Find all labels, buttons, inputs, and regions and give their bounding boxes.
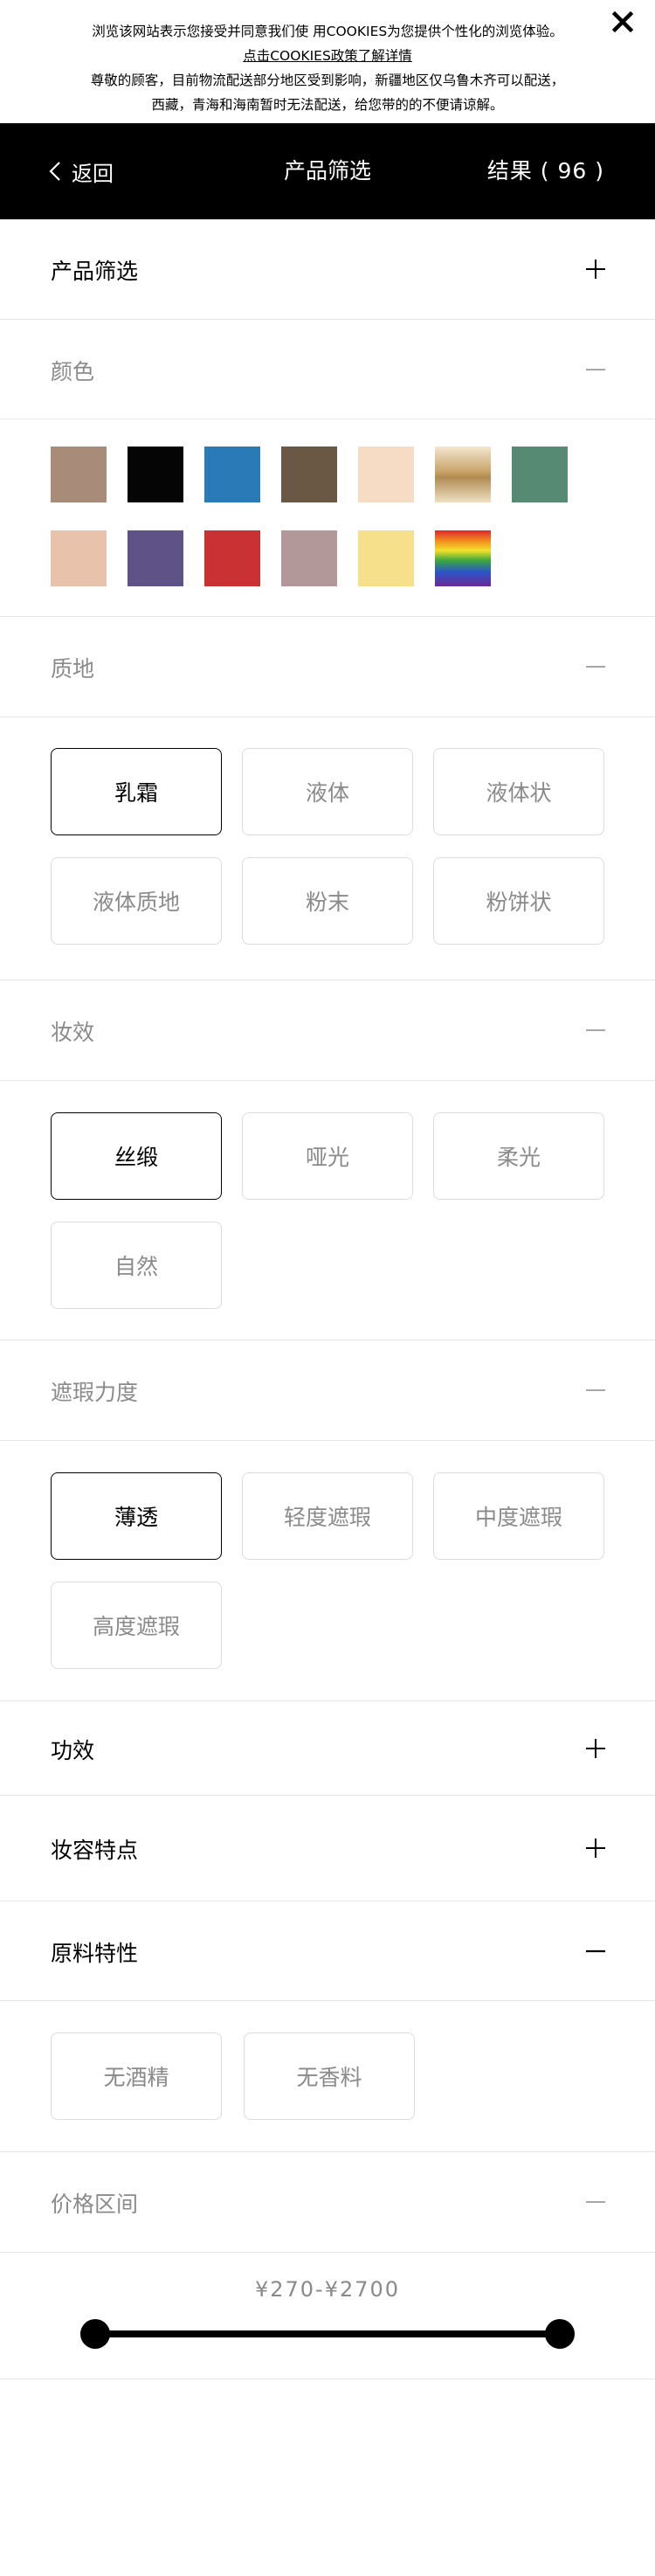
option-texture-cream[interactable]: 乳霜	[51, 748, 222, 835]
section-finish[interactable]: 妆效	[0, 980, 655, 1081]
minus-icon[interactable]	[585, 1941, 606, 1962]
section-label-ingredients: 原料特性	[51, 1941, 139, 1966]
section-label-benefit: 功效	[51, 1738, 95, 1763]
option-coverage-light[interactable]: 轻度遮瑕	[242, 1472, 413, 1560]
notice-text-line-2: 西藏，青海和海南暂时无法配送，给您带的的不便请谅解。	[151, 97, 504, 113]
section-label-color: 颜色	[51, 359, 95, 384]
option-texture-liquid-texture[interactable]: 液体质地	[51, 857, 222, 945]
texture-options: 乳霜 液体 液体状 液体质地 粉末 粉饼状	[0, 717, 655, 980]
color-swatch-purple[interactable]	[128, 530, 183, 586]
option-finish-matte[interactable]: 哑光	[242, 1112, 413, 1200]
cookie-banner: 浏览该网站表示您接受并同意我们使 用COOKIES为您提供个性化的浏览体验。 点…	[0, 0, 655, 123]
option-coverage-full[interactable]: 高度遮瑕	[51, 1582, 222, 1669]
cookie-policy-link[interactable]: 点击COOKIES政策了解详情	[0, 44, 655, 68]
option-fragrance-free[interactable]: 无香料	[244, 2032, 415, 2120]
option-finish-satin[interactable]: 丝缎	[51, 1112, 222, 1200]
minus-icon[interactable]	[585, 1380, 606, 1401]
section-look[interactable]: 妆容特点	[0, 1796, 655, 1901]
coverage-options: 薄透 轻度遮瑕 中度遮瑕 高度遮瑕	[0, 1441, 655, 1701]
price-slider-min-handle[interactable]	[80, 2319, 110, 2349]
color-swatch-mauve[interactable]	[281, 530, 337, 586]
plus-icon[interactable]	[585, 259, 606, 280]
section-texture[interactable]: 质地	[0, 617, 655, 717]
filter-header: 返回 产品筛选 结果 ( 96 )	[0, 123, 655, 219]
section-color[interactable]: 颜色	[0, 320, 655, 419]
ingredient-options: 无酒精 无香料	[0, 2001, 655, 2152]
results-button[interactable]: 结果 ( 96 )	[487, 123, 604, 219]
minus-icon[interactable]	[585, 1020, 606, 1041]
section-price[interactable]: 价格区间	[0, 2152, 655, 2253]
color-swatch-gold[interactable]	[435, 447, 491, 502]
finish-options: 丝缎 哑光 柔光 自然	[0, 1081, 655, 1340]
color-swatch-green[interactable]	[512, 447, 568, 502]
minus-icon[interactable]	[585, 656, 606, 677]
notice-text-line-1: 尊敬的顾客，目前物流配送部分地区受到影响，新疆地区仅乌鲁木齐可以配送，	[90, 73, 565, 88]
section-label-finish: 妆效	[51, 1020, 95, 1045]
color-swatch-yellow[interactable]	[358, 530, 414, 586]
section-ingredients[interactable]: 原料特性	[0, 1901, 655, 2001]
close-icon[interactable]	[610, 9, 636, 35]
option-texture-powder[interactable]: 粉末	[242, 857, 413, 945]
price-slider-max-handle[interactable]	[545, 2319, 575, 2349]
color-swatch-dark-brown[interactable]	[281, 447, 337, 502]
section-product-filter[interactable]: 产品筛选	[0, 219, 655, 320]
plus-icon[interactable]	[585, 1838, 606, 1859]
section-coverage[interactable]: 遮瑕力度	[0, 1340, 655, 1441]
color-swatch-brown[interactable]	[51, 447, 107, 502]
color-swatches	[0, 419, 655, 617]
minus-icon[interactable]	[585, 2192, 606, 2212]
option-finish-radiant[interactable]: 柔光	[433, 1112, 604, 1200]
color-swatch-black[interactable]	[128, 447, 183, 502]
option-texture-pressed-powder[interactable]: 粉饼状	[433, 857, 604, 945]
price-range-text: ¥270-¥2700	[254, 2277, 401, 2302]
cookie-text-line-1: 浏览该网站表示您接受并同意我们使 用COOKIES为您提供个性化的浏览体验。	[92, 24, 563, 39]
section-label-look: 妆容特点	[51, 1838, 139, 1863]
cookie-policy-link-text[interactable]: 点击COOKIES政策了解详情	[243, 48, 412, 64]
price-slider-area	[0, 2253, 655, 2379]
option-alcohol-free[interactable]: 无酒精	[51, 2032, 222, 2120]
minus-icon[interactable]	[585, 359, 606, 380]
section-label-texture: 质地	[51, 656, 95, 682]
option-texture-liquid[interactable]: 液体	[242, 748, 413, 835]
plus-icon[interactable]	[585, 1738, 606, 1759]
option-finish-natural[interactable]: 自然	[51, 1222, 222, 1309]
color-swatch-nude[interactable]	[51, 530, 107, 586]
section-label-product-filter: 产品筛选	[51, 259, 139, 284]
price-slider-track[interactable]	[94, 2330, 561, 2337]
color-swatch-peach[interactable]	[358, 447, 414, 502]
option-coverage-sheer[interactable]: 薄透	[51, 1472, 222, 1560]
color-swatch-blue[interactable]	[204, 447, 260, 502]
section-label-price: 价格区间	[51, 2192, 139, 2217]
option-texture-liquid-form[interactable]: 液体状	[433, 748, 604, 835]
color-swatch-red[interactable]	[204, 530, 260, 586]
section-benefit[interactable]: 功效	[0, 1701, 655, 1796]
option-coverage-medium[interactable]: 中度遮瑕	[433, 1472, 604, 1560]
color-swatch-rainbow[interactable]	[435, 530, 491, 586]
section-label-coverage: 遮瑕力度	[51, 1380, 139, 1405]
